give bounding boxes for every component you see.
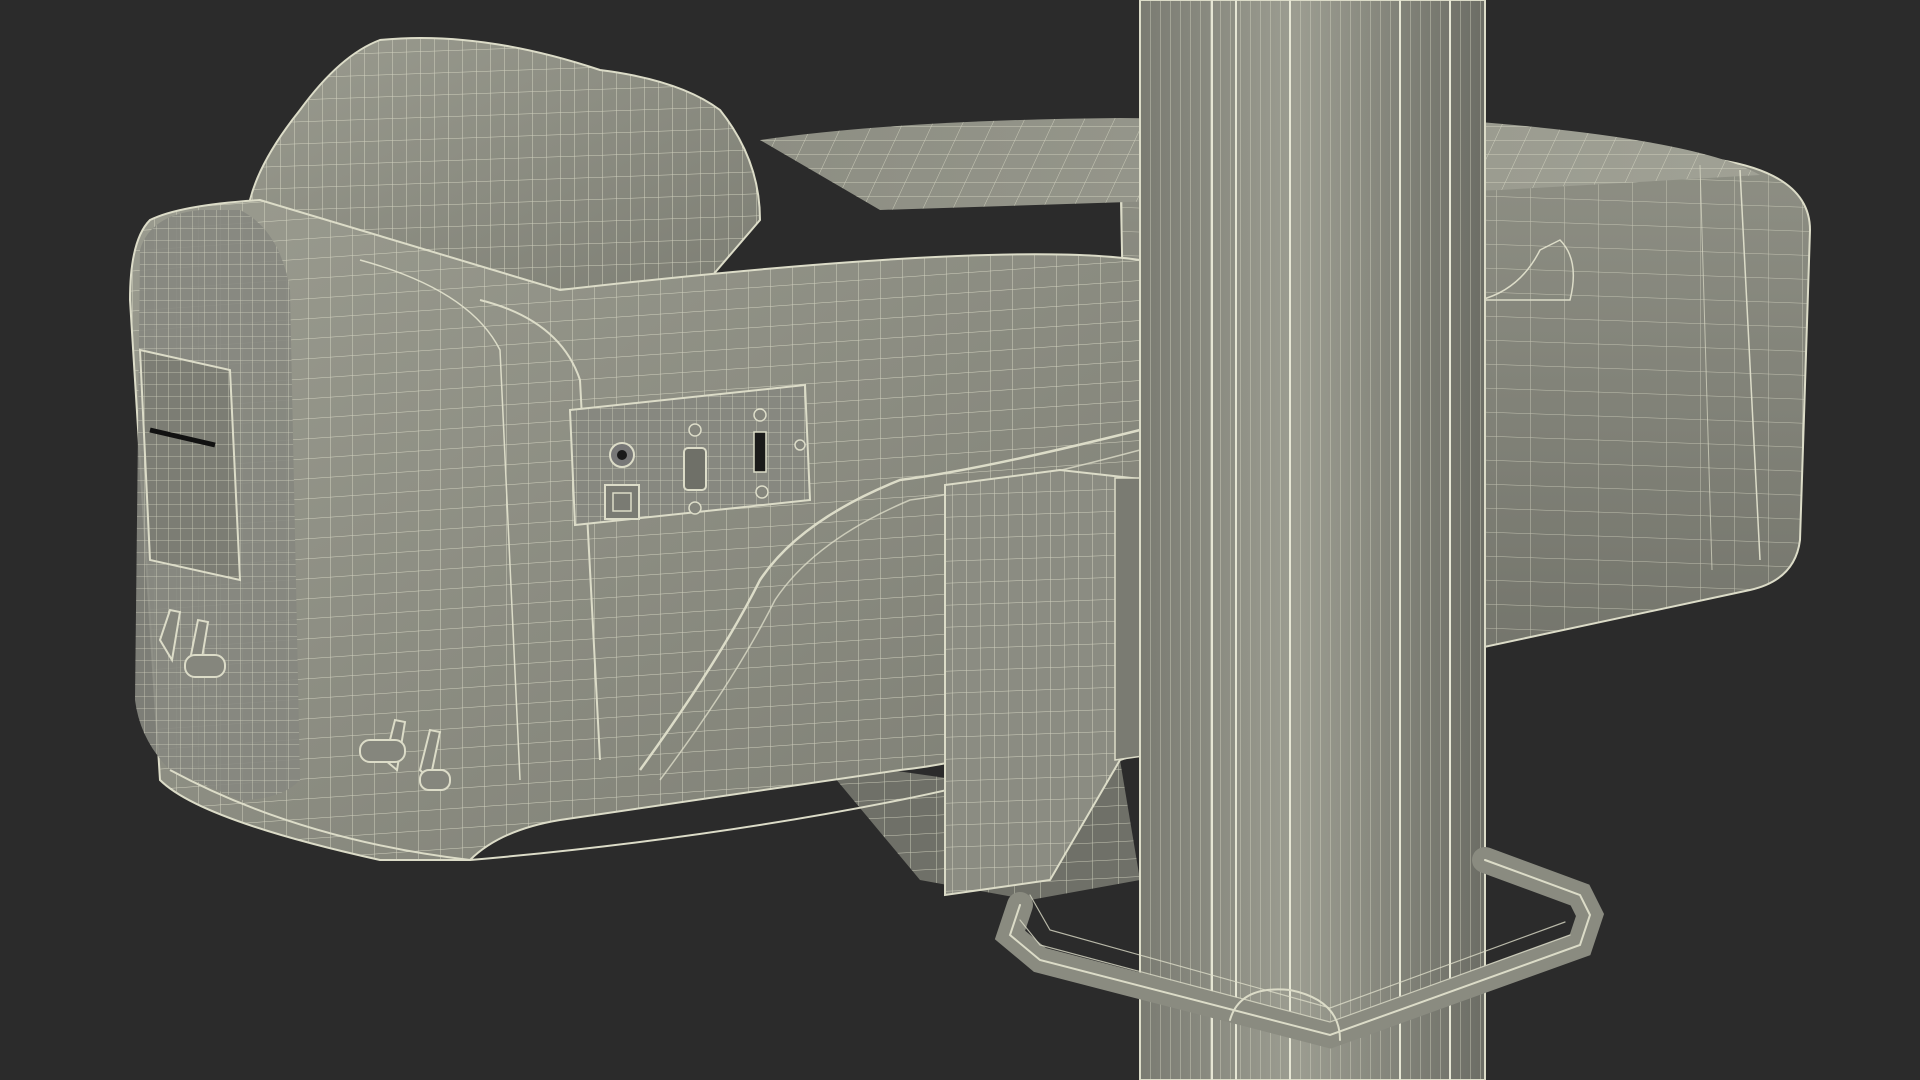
render-viewport[interactable] [0, 0, 1920, 1080]
support-pole [1139, 0, 1486, 1080]
square-port-icon [604, 484, 640, 520]
wireframe-scene [128, 0, 1812, 1080]
connector-panel [568, 383, 812, 527]
front-vent-panel [138, 348, 242, 582]
coax-port-icon [609, 442, 635, 468]
